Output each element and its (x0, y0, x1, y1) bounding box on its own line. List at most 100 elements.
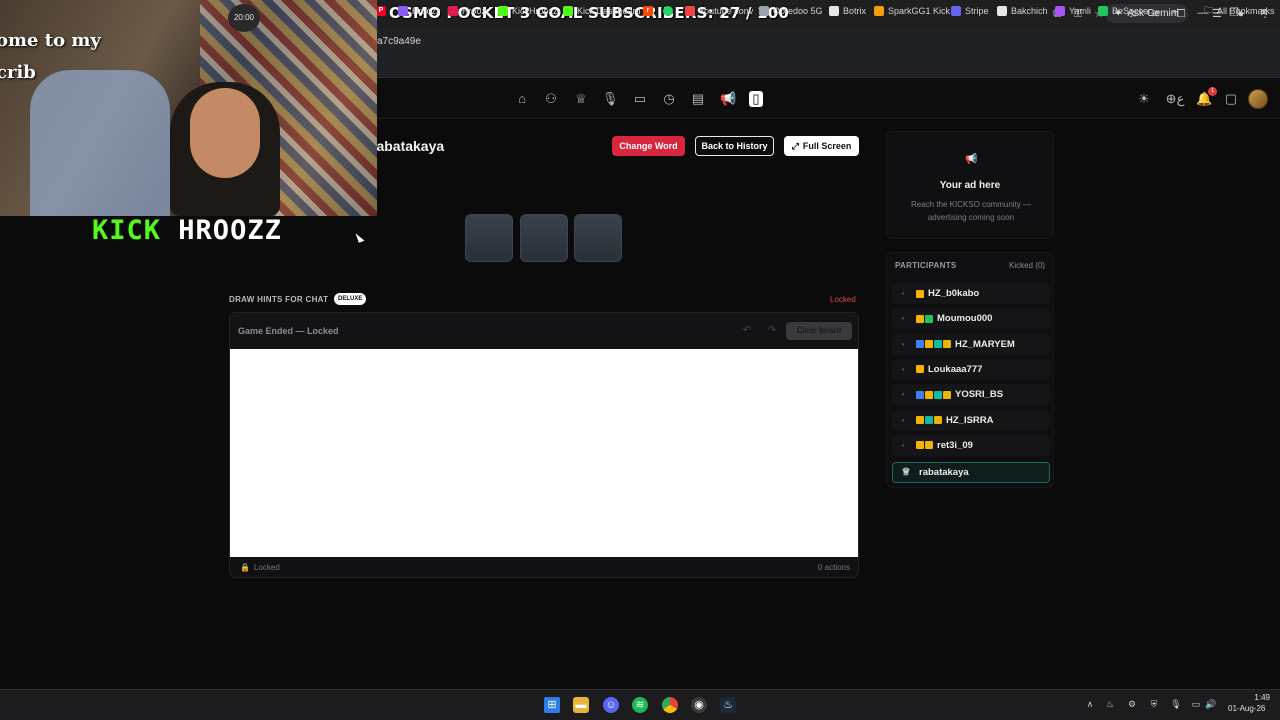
participant-row[interactable]: • Moumou000 (892, 308, 1050, 330)
chrome-icon[interactable] (662, 697, 678, 713)
microphone-icon[interactable]: 🎙 (602, 91, 619, 107)
participant-badges (916, 441, 933, 450)
bookmark-item[interactable]: Youtube conv (685, 4, 753, 18)
bookmark-item[interactable]: Stripe (951, 4, 989, 18)
bookmark-label: Ooredoo 5G (773, 6, 823, 16)
bookmark-label: Kick Dashboard (577, 6, 641, 16)
bookmark-reddit[interactable]: r (643, 4, 653, 18)
bookmarks-overflow-chevron-icon[interactable]: » (1172, 4, 1177, 18)
bookmark-pinterest[interactable]: P (376, 4, 386, 18)
board-status: Game Ended — Locked (238, 326, 339, 336)
actions-count: 0 actions (817, 563, 850, 572)
all-bookmarks-label: All Bookmarks (1217, 6, 1275, 16)
participant-bullet-icon: • (901, 390, 905, 400)
whatsapp-icon (663, 6, 673, 16)
bookmark-item[interactable]: Ooredoo 5G (759, 4, 823, 18)
bookmark-item[interactable]: Hroozz (448, 4, 491, 18)
bookmark-item[interactable]: Botrix (829, 4, 866, 18)
bookmark-label: Hroozz (412, 6, 441, 16)
home-icon[interactable]: ⌂ (514, 91, 530, 107)
participant-winner-row[interactable]: ♕ rabatakaya (892, 462, 1050, 483)
tray-volume-icon[interactable]: 🔊 (1205, 698, 1217, 710)
extension-signal-icon[interactable]: ≋ (1149, 7, 1163, 21)
obs-icon[interactable]: ◉ (691, 697, 707, 713)
full-screen-button[interactable]: ⤢ Full Screen (784, 136, 859, 156)
tray-app-icon[interactable]: ⚙ (1126, 698, 1138, 710)
bookmark-item[interactable]: Bakchich (997, 4, 1048, 18)
winner-name: rabatakaya (919, 467, 969, 478)
taskbar-time[interactable]: 1:49 (1248, 693, 1270, 702)
word-letter-tile (520, 214, 568, 262)
taskbar-date[interactable]: 01-Aug-26 (1228, 704, 1265, 713)
theme-sun-icon[interactable]: ☀ (1136, 91, 1152, 107)
bookmark-item[interactable]: SparkGG1 Kick (874, 4, 950, 18)
badge-icon (925, 314, 933, 323)
redo-icon[interactable]: ↷ (765, 324, 779, 338)
participant-badges (916, 289, 924, 298)
bookmark-item[interactable]: Hroozz (398, 4, 441, 18)
language-globe-icon[interactable]: ⊕ع (1164, 91, 1186, 107)
kick-channel-logo: KICK HROOZZ (92, 215, 282, 246)
locked-status: Locked (830, 295, 856, 304)
badge-icon (925, 441, 933, 450)
participant-row[interactable]: • HZ_MARYEM (892, 333, 1050, 355)
expand-icon: ⤢ (791, 140, 799, 151)
streamer-head (190, 88, 260, 178)
participant-row[interactable]: • ret3i_09 (892, 434, 1050, 456)
all-bookmarks-button[interactable]: 🗀 All Bookmarks (1204, 4, 1275, 18)
bookmark-item[interactable]: Kick Dashboard (563, 4, 641, 18)
trophy-icon[interactable]: ♕ (573, 91, 589, 107)
drawing-canvas[interactable] (230, 349, 858, 557)
bookmark-whatsapp[interactable] (663, 4, 673, 18)
monitor-icon[interactable]: ▭ (632, 91, 648, 107)
badge-icon (916, 365, 924, 374)
windows-start-icon[interactable]: ⊞ (544, 697, 560, 713)
participant-name: ret3i_09 (937, 439, 973, 451)
spotify-icon[interactable]: ≋ (632, 697, 648, 713)
change-word-button[interactable]: Change Word (612, 136, 685, 156)
undo-icon[interactable]: ↶ (740, 324, 754, 338)
clear-board-button[interactable]: Clear board (786, 322, 852, 340)
participants-panel: PARTICIPANTS Kicked (0) • HZ_b0kabo • Moumo… (886, 252, 1054, 488)
participant-row[interactable]: • HZ_ISRRA (892, 409, 1050, 431)
word-letter-tile (574, 214, 622, 262)
badge-icon (925, 390, 933, 399)
badge-icon (934, 416, 942, 424)
bookmark-item[interactable]: Yamli (1055, 4, 1091, 18)
bookmark-item[interactable]: KickHroozz (498, 4, 558, 18)
tray-display-icon[interactable]: ▭ (1190, 698, 1202, 710)
board-footer: 🔒 Locked 0 actions (230, 557, 858, 577)
tray-microphone-icon[interactable]: 🎙 (1170, 698, 1182, 710)
history-icon[interactable]: ◷ (661, 91, 677, 107)
badge-icon (916, 340, 924, 349)
participant-row[interactable]: • HZ_b0kabo (892, 283, 1050, 304)
participant-row[interactable]: • Loukaaa777 (892, 358, 1050, 380)
badge-icon (916, 314, 924, 323)
tray-antivirus-icon[interactable]: ⛨ (1148, 698, 1160, 710)
messages-icon[interactable]: ▢ (1223, 91, 1239, 107)
tray-overflow-chevron-icon[interactable]: ∧ (1084, 698, 1096, 710)
steam-icon[interactable]: ♨ (720, 697, 736, 713)
ad-subtitle: Reach the KICKSO community — advertising… (910, 200, 1032, 222)
tray-steam-icon[interactable]: ♨ (1104, 698, 1116, 710)
mobile-icon[interactable]: ▯ (749, 91, 763, 107)
participant-row[interactable]: • YOSRI_BS (892, 384, 1050, 406)
discord-icon[interactable]: ☺ (603, 697, 619, 713)
drawing-board: Game Ended — Locked ↶ ↷ Clear board 🔒 Lo… (229, 312, 859, 578)
users-icon[interactable]: ⚇ (543, 91, 559, 107)
ad-card[interactable]: 📢 Your ad here Reach the KICKSO communit… (886, 131, 1054, 239)
url-text[interactable]: a7c9a49e (377, 36, 421, 47)
participant-bullet-icon: • (901, 364, 905, 374)
room-title: rabatakaya (371, 138, 445, 154)
participant-badges (916, 314, 933, 323)
bookmark-label: Hroozz (462, 6, 491, 16)
badge-icon (943, 390, 951, 399)
back-to-history-button[interactable]: Back to History (695, 136, 774, 156)
file-explorer-icon[interactable]: ▬ (573, 697, 589, 713)
participant-bullet-icon: • (901, 415, 905, 425)
news-icon[interactable]: ▤ (690, 91, 706, 107)
megaphone-icon[interactable]: 📢 (720, 91, 736, 107)
bookmark-favicon-icon (997, 6, 1007, 16)
user-avatar[interactable] (1248, 89, 1268, 109)
bookmark-item[interactable]: BeSoccer (1098, 4, 1151, 18)
